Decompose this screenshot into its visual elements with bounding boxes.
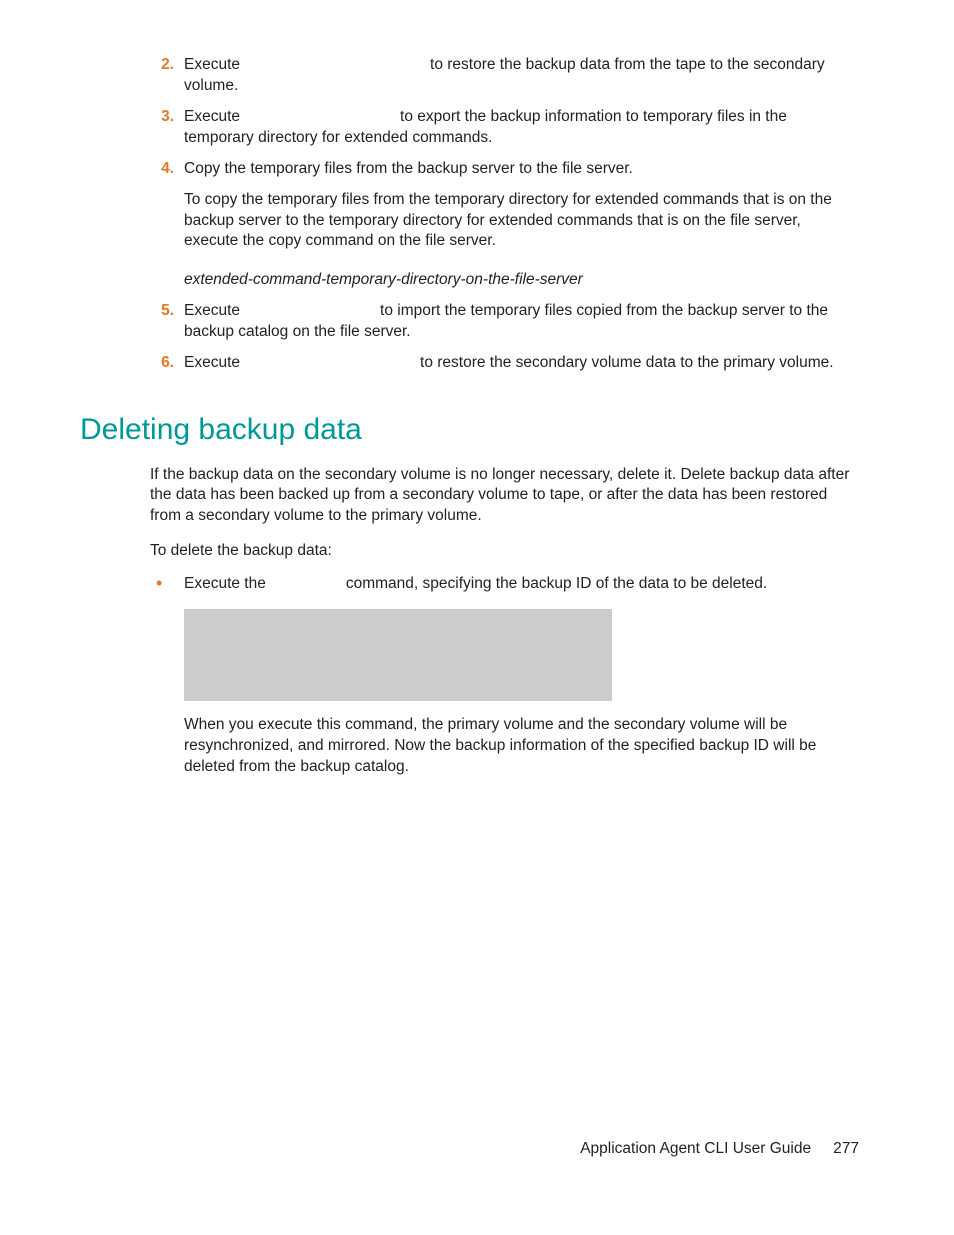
step-number: 5. xyxy=(150,301,174,322)
step-6: 6. Execute to restore the secondary volum… xyxy=(150,353,859,374)
step-text-cont: volume. xyxy=(184,77,238,94)
step-2: 2. Execute to restore the backup data fro… xyxy=(150,55,859,97)
step-3: 3. Executeto export the backup informati… xyxy=(150,107,859,149)
bullet-item: • Execute the command, specifying the bac… xyxy=(150,574,859,778)
step-text-lead: Execute xyxy=(184,108,240,125)
step-paragraph: To copy the temporary files from the tem… xyxy=(184,190,859,253)
step-text-cont: directory for extended commands. xyxy=(258,129,492,146)
step-number: 6. xyxy=(150,353,174,374)
step-text-rest: to restore the secondary volume data to … xyxy=(420,354,834,371)
step-text: Copy the temporary files from the backup… xyxy=(184,160,633,177)
section-paragraph-1: If the backup data on the secondary volu… xyxy=(150,465,859,528)
step-text-lead: Execute xyxy=(184,354,240,371)
section-heading: Deleting backup data xyxy=(80,410,859,451)
section-paragraph-2: To delete the backup data: xyxy=(150,541,859,562)
bullet-icon: • xyxy=(156,574,162,592)
step-text-lead: Execute xyxy=(184,56,240,73)
step-number: 2. xyxy=(150,55,174,76)
step-text-rest: to restore the backup data from the tape… xyxy=(430,56,825,73)
page-footer: Application Agent CLI User Guide 277 xyxy=(580,1139,859,1160)
step-text-rest: to import the temporary files copied fro… xyxy=(380,302,802,319)
page-number: 277 xyxy=(833,1140,859,1157)
bullet-list: • Execute the command, specifying the bac… xyxy=(150,574,859,778)
ordered-steps: 2. Execute to restore the backup data fro… xyxy=(80,55,859,374)
step-text-lead: Execute xyxy=(184,302,240,319)
step-number: 3. xyxy=(150,107,174,128)
bullet-text-lead: Execute the xyxy=(184,575,266,592)
step-4: 4. Copy the temporary files from the bac… xyxy=(150,159,859,292)
step-5: 5. Execute to import the temporary files … xyxy=(150,301,859,343)
bullet-text-rest: command, specifying the backup ID of the… xyxy=(346,575,767,592)
code-block-placeholder xyxy=(184,609,612,701)
step-italic-path: extended-command-temporary-directory-on-… xyxy=(184,270,859,291)
footer-title: Application Agent CLI User Guide xyxy=(580,1140,811,1157)
step-number: 4. xyxy=(150,159,174,180)
bullet-after-paragraph: When you execute this command, the prima… xyxy=(184,715,859,778)
